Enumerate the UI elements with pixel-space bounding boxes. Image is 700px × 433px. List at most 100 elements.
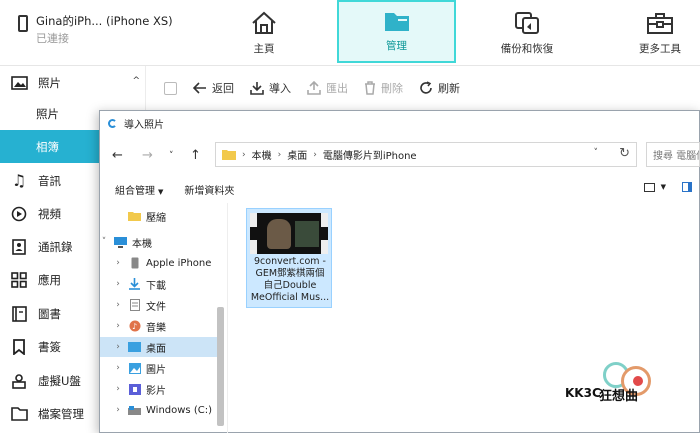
apps-icon: [10, 271, 28, 289]
tree-item-music[interactable]: › ♪ 音樂: [100, 316, 217, 336]
nav-more-tools[interactable]: 更多工具: [620, 0, 700, 66]
tree-item-documents[interactable]: › 文件: [100, 295, 217, 315]
breadcrumb-item[interactable]: 電腦傳影片到iPhone: [323, 147, 417, 162]
video-thumbnail: [250, 213, 328, 254]
chevron-right-icon[interactable]: ›: [114, 405, 122, 415]
tree-item-videos[interactable]: › 影片: [100, 379, 217, 399]
app-logo-icon: [108, 118, 117, 128]
video-file-item[interactable]: 9convert.com - GEM鄧紫棋兩個 自己Double MeOffic…: [246, 208, 332, 308]
chevron-right-icon[interactable]: ›: [114, 384, 122, 394]
picture-icon: [128, 362, 141, 374]
chevron-right-icon[interactable]: ›: [114, 258, 122, 268]
recent-dropdown-icon[interactable]: ˅: [169, 151, 174, 161]
chevron-up-icon[interactable]: ^: [132, 76, 140, 86]
book-icon: [10, 305, 28, 323]
sidebar-item-photos[interactable]: 照片 ^: [0, 66, 146, 99]
tree-item-label: 影片: [146, 385, 166, 397]
refresh-icon: [419, 81, 433, 95]
nav-backup-label: 備份和恢復: [500, 42, 554, 55]
nav-home[interactable]: 主頁: [224, 0, 304, 66]
refresh-button[interactable]: 刷新: [419, 80, 460, 96]
import-button[interactable]: 導入: [250, 80, 291, 96]
forward-arrow-icon[interactable]: →: [142, 148, 153, 163]
nav-manage[interactable]: 管理: [337, 0, 456, 63]
home-icon: [252, 11, 276, 34]
chevron-right-icon[interactable]: ›: [114, 321, 122, 331]
breadcrumb-separator: ›: [313, 149, 317, 160]
folder-icon: [222, 150, 236, 160]
tree-item-label: 下載: [146, 280, 166, 292]
music-icon: ♪: [128, 320, 141, 332]
breadcrumb-item[interactable]: 本機: [252, 147, 272, 162]
up-arrow-icon[interactable]: ↑: [190, 148, 201, 163]
breadcrumb-item[interactable]: 桌面: [287, 147, 307, 162]
document-icon: [128, 299, 141, 311]
export-label: 匯出: [326, 82, 348, 95]
device-name: Gina的iPh... (iPhone XS): [36, 14, 173, 28]
view-mode-icon[interactable]: [643, 182, 655, 192]
tree-item-this-pc[interactable]: ˅ 本機: [100, 232, 217, 252]
export-button[interactable]: 匯出: [307, 80, 348, 96]
delete-button[interactable]: 刪除: [364, 80, 403, 96]
sidebar-item-label: 圖書: [38, 306, 61, 321]
sync-icon: [515, 11, 539, 34]
back-button[interactable]: 返回: [193, 80, 234, 96]
tree-item-compressed[interactable]: 壓縮: [100, 206, 217, 226]
caret-down-icon: ▼: [158, 187, 164, 196]
file-name: 9convert.com - GEM鄧紫棋兩個 自己Double MeOffic…: [250, 256, 330, 303]
tree-item-label: Apple iPhone: [146, 257, 212, 269]
chevron-right-icon[interactable]: ›: [114, 279, 122, 289]
top-bar: Gina的iPh... (iPhone XS) 已連接 主頁 管理 備份和恢復: [0, 0, 700, 66]
back-label: 返回: [212, 82, 234, 95]
sidebar-item-label: 相簿: [36, 139, 59, 154]
chevron-down-icon[interactable]: ˅: [594, 148, 599, 158]
preview-pane-icon[interactable]: [682, 182, 692, 192]
tree-item-downloads[interactable]: › 下載: [100, 274, 217, 294]
address-bar[interactable]: › 本機 › 桌面 › 電腦傳影片到iPhone ˅ ↻: [215, 142, 637, 167]
chevron-down-icon[interactable]: ˅: [100, 237, 108, 247]
tree-item-windows-c[interactable]: › Windows (C:): [100, 400, 217, 420]
tree-item-label: 桌面: [146, 343, 166, 355]
nav-backup[interactable]: 備份和恢復: [482, 0, 572, 66]
caret-down-icon[interactable]: ▼: [661, 183, 666, 191]
sidebar-item-label: 應用: [38, 272, 61, 287]
photo-icon: [10, 74, 28, 92]
import-icon: [250, 81, 264, 95]
new-folder-button[interactable]: 新增資料夾: [184, 182, 234, 197]
organize-label: 組合管理: [115, 185, 155, 197]
tree-item-pictures[interactable]: › 圖片: [100, 358, 217, 378]
tree-scrollbar[interactable]: [217, 307, 224, 426]
dialog-title-bar: 導入照片: [100, 111, 700, 135]
import-label: 導入: [269, 82, 291, 95]
chevron-right-icon[interactable]: ›: [114, 363, 122, 373]
address-row: ← → ˅ ↑ › 本機 › 桌面 › 電腦傳影片到iPhone ˅ ↻ 搜尋 …: [100, 140, 700, 172]
tree-item-label: 音樂: [146, 322, 166, 334]
folder-icon: [384, 13, 409, 31]
drive-icon: [128, 405, 141, 416]
watermark-text-right: 狂想曲: [599, 389, 639, 404]
tree-item-apple-iphone[interactable]: › Apple iPhone: [100, 253, 217, 273]
film-icon: [128, 383, 141, 395]
device-info[interactable]: Gina的iPh... (iPhone XS) 已連接: [18, 13, 173, 46]
refresh-icon[interactable]: ↻: [619, 146, 630, 161]
select-all-checkbox[interactable]: [164, 81, 177, 95]
view-controls: ▼: [643, 182, 692, 192]
chevron-right-icon[interactable]: ›: [114, 342, 122, 352]
watermark-text-left: KK3C: [565, 386, 601, 400]
back-arrow-icon[interactable]: ←: [112, 148, 123, 163]
export-icon: [307, 81, 321, 95]
tree-item-label: 本機: [132, 238, 152, 250]
tree-item-desktop[interactable]: › 桌面: [100, 337, 217, 357]
bookmark-icon: [10, 338, 28, 356]
sidebar-item-label: 視頻: [38, 206, 61, 221]
sidebar-item-label: 檔案管理: [38, 406, 84, 421]
search-input[interactable]: 搜尋 電腦傳影片到iPhone: [646, 142, 700, 167]
main-toolbar: 返回 導入 匯出 刪除 刷新: [147, 66, 700, 110]
organize-menu[interactable]: 組合管理 ▼: [115, 182, 163, 197]
sidebar-item-label: 照片: [36, 106, 59, 121]
sidebar-item-label: 通訊錄: [38, 239, 73, 254]
sidebar-item-label: 照片: [38, 75, 61, 90]
tree-item-label: 壓縮: [146, 212, 166, 224]
nav-manage-label: 管理: [386, 40, 407, 52]
chevron-right-icon[interactable]: ›: [114, 300, 122, 310]
